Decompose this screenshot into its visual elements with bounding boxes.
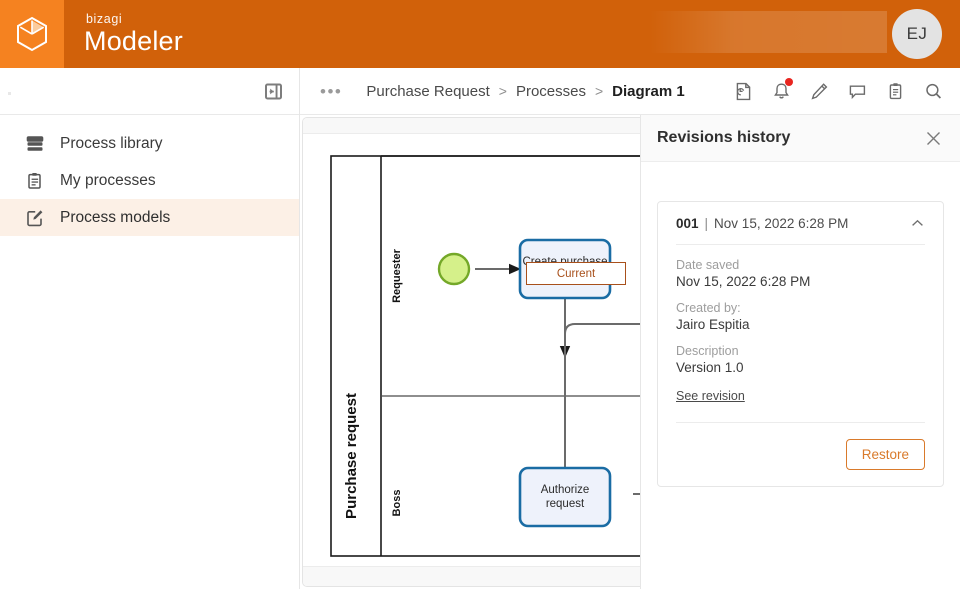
header-highlight-band: [650, 11, 887, 53]
sidebar-item-label: Process models: [60, 208, 171, 226]
avatar[interactable]: EJ: [892, 9, 942, 59]
search-icon[interactable]: [918, 76, 948, 106]
field-value: Version 1.0: [676, 360, 744, 375]
pencil-icon[interactable]: [804, 76, 834, 106]
field-value: Jairo Espitia: [676, 317, 750, 332]
close-icon[interactable]: [922, 127, 944, 149]
svg-text:Authorize: Authorize: [541, 484, 590, 496]
breadcrumb-item-purchase-request[interactable]: Purchase Request: [366, 83, 489, 100]
revision-number: 001: [676, 215, 699, 231]
field-label: Created by:: [676, 301, 741, 315]
sidebar-marker-dot: [8, 92, 11, 95]
breadcrumb-item-diagram-1: Diagram 1: [612, 82, 685, 100]
stacked-library-icon: [26, 135, 44, 153]
sidebar-nav: Process library My processes Process mod…: [0, 115, 299, 236]
sidebar-item-process-models[interactable]: Process models: [0, 199, 299, 236]
sidebar-top-bar: [0, 68, 299, 115]
breadcrumb-separator: >: [498, 83, 507, 99]
pool-label: Purchase request: [343, 393, 360, 519]
field-label: Description: [676, 344, 739, 358]
revision-field-created-by: Created by: Jairo Espitia: [676, 301, 925, 332]
revision-entry-body: Date saved Nov 15, 2022 6:28 PM Created …: [676, 245, 925, 470]
see-revision-link[interactable]: See revision: [676, 389, 745, 403]
revision-entry-header[interactable]: 001 | Nov 15, 2022 6:28 PM: [676, 202, 925, 244]
panel-collapse-left-icon[interactable]: [263, 81, 283, 101]
breadcrumb-item-processes[interactable]: Processes: [516, 83, 586, 100]
lane-label-requester: Requester: [391, 248, 403, 303]
breadcrumb: Purchase Request > Processes > Diagram 1: [366, 83, 684, 100]
sidebar-item-process-library[interactable]: Process library: [0, 125, 299, 162]
revision-entry: 001 | Nov 15, 2022 6:28 PM Date saved No…: [657, 201, 944, 487]
notification-badge: [785, 78, 793, 86]
sidebar: Process library My processes Process mod…: [0, 68, 300, 589]
current-version-label: Current: [556, 267, 596, 280]
app-logo[interactable]: [0, 0, 64, 68]
revision-actions: Restore: [676, 423, 925, 470]
product-name: Modeler: [84, 25, 183, 56]
revision-field-description: Description Version 1.0: [676, 344, 925, 375]
brand-block: bizagi Modeler: [84, 13, 183, 55]
avatar-initials: EJ: [906, 24, 928, 43]
current-version-badge: Current: [526, 262, 626, 285]
edit-square-icon: [26, 209, 44, 227]
brand-name: bizagi: [86, 12, 123, 27]
chevron-up-icon[interactable]: [910, 216, 925, 231]
field-label: Date saved: [676, 258, 740, 272]
task-authorize-request: [518, 466, 612, 528]
revisions-panel-header: Revisions history: [641, 115, 960, 162]
comment-icon[interactable]: [842, 76, 872, 106]
lane-label-boss: Boss: [391, 490, 403, 517]
breadcrumb-bar: ••• Purchase Request > Processes > Diagr…: [300, 68, 960, 115]
sidebar-item-label: Process library: [60, 134, 163, 152]
sidebar-item-label: My processes: [60, 171, 156, 189]
sidebar-item-my-processes[interactable]: My processes: [0, 162, 299, 199]
breadcrumb-separator: >: [594, 83, 604, 99]
revisions-history-panel: Revisions history 001 | Nov 15, 2022 6:2…: [640, 115, 960, 589]
cube-hexagon-logo-icon: [16, 16, 48, 52]
field-value: Nov 15, 2022 6:28 PM: [676, 274, 811, 289]
revision-separator: |: [704, 215, 709, 231]
start-event: [437, 252, 471, 286]
toolbar: [728, 76, 960, 106]
more-options-button[interactable]: •••: [314, 83, 348, 100]
clipboard-icon[interactable]: [880, 76, 910, 106]
restore-button[interactable]: Restore: [845, 439, 925, 470]
revisions-panel-title: Revisions history: [657, 129, 791, 146]
revisions-history-icon[interactable]: [728, 76, 758, 106]
revision-field-date-saved: Date saved Nov 15, 2022 6:28 PM: [676, 258, 925, 289]
clipboard-icon: [26, 172, 44, 190]
svg-text:request: request: [546, 498, 585, 510]
revision-header-date: Nov 15, 2022 6:28 PM: [714, 215, 849, 231]
bell-icon[interactable]: [766, 76, 796, 106]
app-header: bizagi Modeler EJ: [0, 0, 960, 68]
